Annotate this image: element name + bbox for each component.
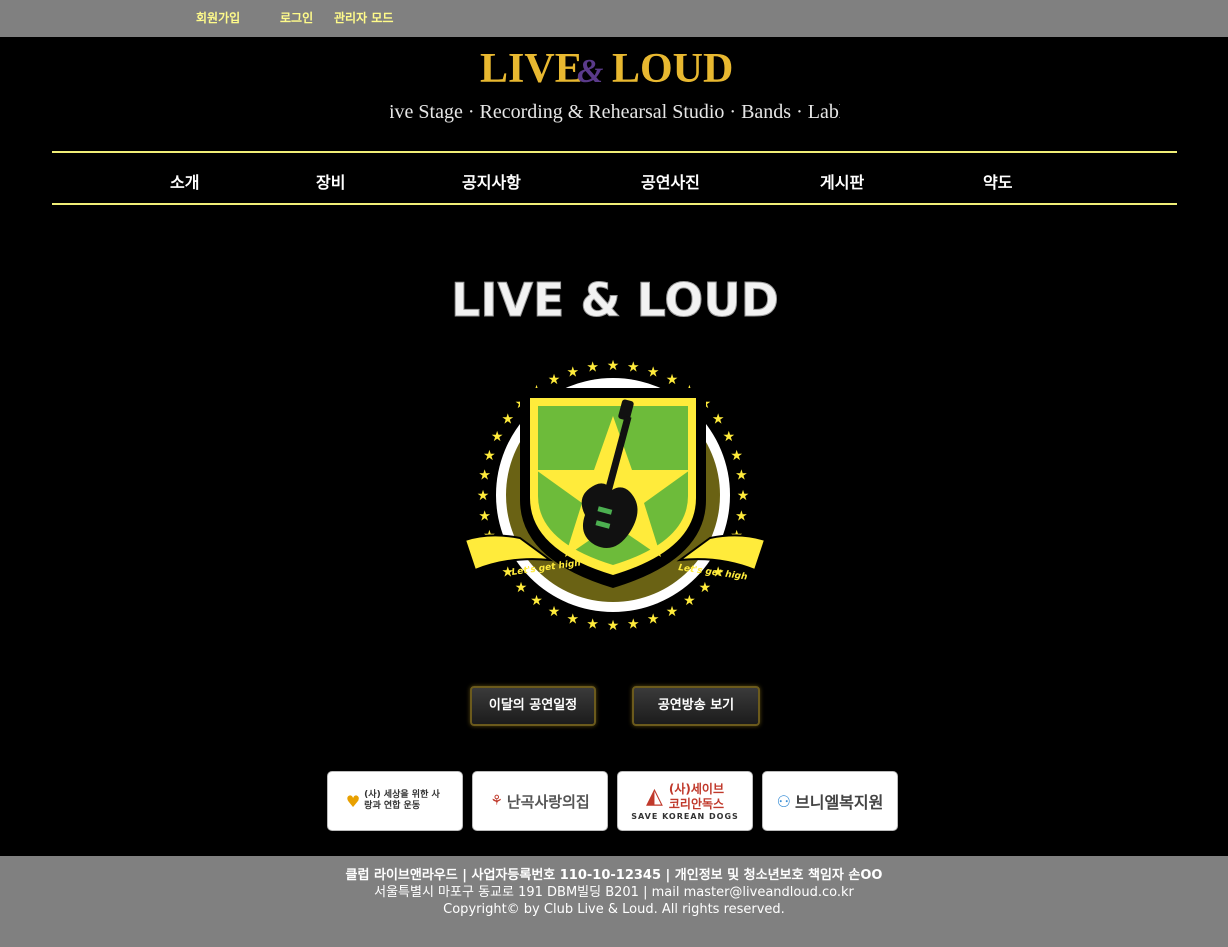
heart-icon: ♥ (345, 791, 361, 811)
ring-star-icon: ★ (502, 412, 515, 428)
main-nav: 소개 장비 공지사항 공연사진 게시판 약도 (52, 151, 1177, 205)
footer-address: 서울특별시 마포구 동교로 191 DBM빌딩 B201 | mail mast… (374, 885, 854, 900)
partner-3-bottom: SAVE KOREAN DOGS (631, 811, 739, 821)
ring-star-icon: ★ (586, 616, 599, 632)
live-and-loud-emblem: LIVE & LOUD ★ ★ ★ ★ ★ ★ ★ ★ ★ ★ ★ ★ ★ ★ ★ ★ ★ ★ ★ ★ ★ ★ ★ ★ ★ ★ ★ ★… (450, 270, 780, 650)
signup-link[interactable]: 회원가입 (196, 9, 240, 26)
nav-item-equipment[interactable]: 장비 (316, 169, 345, 193)
people-icon: ⚇ (776, 791, 791, 811)
footer: 클럽 라이브앤라우드 | 사업자등록번호 110-10-12345 | 개인정보… (0, 856, 1228, 947)
partner-banner-3[interactable]: ◭ (사)세이브 코리안독스 SAVE KOREAN DOGS (617, 771, 753, 831)
partner-2-label: 난곡사랑의집 (506, 792, 590, 811)
footer-copyright: Copyright© by Club Live & Loud. All righ… (443, 902, 785, 917)
ring-star-icon: ★ (627, 360, 640, 376)
site-logo[interactable]: LIVE & LOUD Live Stage · Recording & Reh… (377, 42, 854, 132)
logo-text-amp: & (577, 53, 604, 90)
ring-star-icon: ★ (735, 468, 748, 484)
nav-item-map[interactable]: 약도 (983, 169, 1012, 193)
monthly-schedule-button[interactable]: 이달의 공연일정 (470, 686, 596, 726)
admin-mode-link[interactable]: 관리자 모드 (334, 9, 393, 26)
ring-star-icon: ★ (647, 364, 660, 380)
dog-icon: ◭ (645, 784, 663, 809)
emblem-title: LIVE & LOUD (451, 273, 779, 327)
partner-3-top: (사)세이브 (668, 781, 724, 796)
flower-icon: ⚘ (490, 793, 503, 809)
ring-star-icon: ★ (548, 372, 561, 388)
ring-star-icon: ★ (478, 508, 491, 524)
ring-star-icon: ★ (607, 618, 620, 634)
ring-star-icon: ★ (647, 612, 660, 628)
ring-star-icon: ★ (730, 448, 743, 464)
ring-star-icon: ★ (586, 360, 599, 376)
logo-text-loud: LOUD (612, 46, 733, 92)
ring-star-icon: ★ (478, 468, 491, 484)
broadcast-view-button[interactable]: 공연방송 보기 (632, 686, 760, 726)
ring-star-icon: ★ (567, 364, 580, 380)
ring-star-icon: ★ (737, 488, 750, 504)
top-bar: 회원가입 로그인 관리자 모드 (0, 0, 1228, 37)
ring-star-icon: ★ (483, 448, 496, 464)
nav-item-board[interactable]: 게시판 (820, 169, 864, 193)
ring-star-icon: ★ (723, 429, 736, 445)
nav-item-notice[interactable]: 공지사항 (462, 169, 521, 193)
nav-item-gallery[interactable]: 공연사진 (641, 169, 700, 193)
ring-star-icon: ★ (607, 358, 620, 374)
partner-1-label: (사) 세상을 위한 사랑과 연합 운동 (364, 790, 440, 811)
ring-star-icon: ★ (515, 580, 528, 596)
partner-banner-2[interactable]: ⚘ 난곡사랑의집 (472, 771, 608, 831)
login-link[interactable]: 로그인 (280, 9, 313, 26)
logo-tagline: Live Stage · Recording & Rehearsal Studi… (390, 101, 840, 123)
ring-star-icon: ★ (548, 604, 561, 620)
ring-star-icon: ★ (735, 508, 748, 524)
ring-star-icon: ★ (491, 429, 504, 445)
nav-item-intro[interactable]: 소개 (170, 169, 199, 193)
partner-banner-1[interactable]: ♥ (사) 세상을 위한 사랑과 연합 운동 (327, 771, 463, 831)
ring-star-icon: ★ (627, 616, 640, 632)
partner-4-label: 브니엘복지원 (795, 793, 884, 812)
ring-star-icon: ★ (683, 593, 696, 609)
ring-star-icon: ★ (712, 412, 725, 428)
ring-star-icon: ★ (477, 488, 490, 504)
ring-star-icon: ★ (699, 580, 712, 596)
ring-star-icon: ★ (666, 372, 679, 388)
logo-text-live: LIVE (480, 46, 583, 92)
ring-star-icon: ★ (530, 593, 543, 609)
footer-business-info: 클럽 라이브앤라우드 | 사업자등록번호 110-10-12345 | 개인정보… (345, 868, 883, 883)
partner-banner-4[interactable]: ⚇ 브니엘복지원 (762, 771, 898, 831)
ring-star-icon: ★ (567, 612, 580, 628)
ring-star-icon: ★ (666, 604, 679, 620)
partner-3-mid: 코리안독스 (668, 796, 725, 811)
